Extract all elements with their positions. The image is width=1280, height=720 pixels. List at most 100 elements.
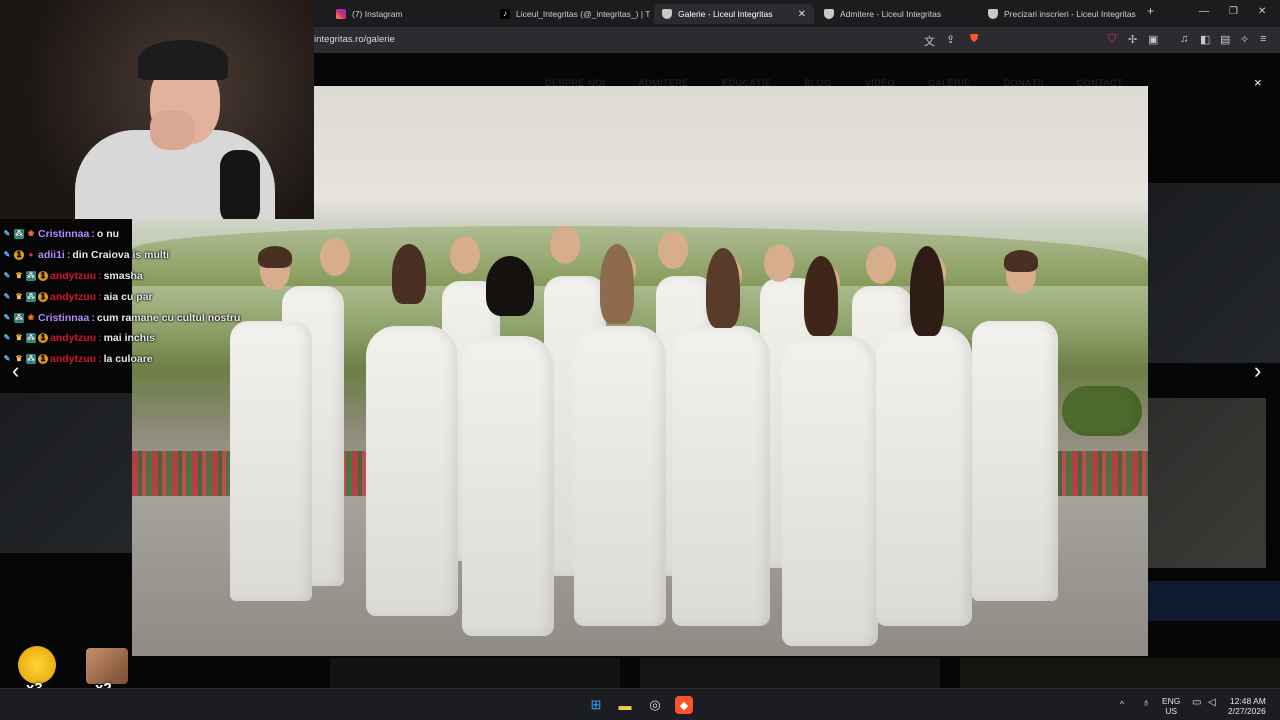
close-tab-icon[interactable]: ✕ xyxy=(798,9,806,20)
moderator-sword-icon: ✎ xyxy=(3,291,11,301)
moderator-sword-icon: ✎ xyxy=(3,333,11,343)
gallery-thumbnail[interactable] xyxy=(1148,183,1280,363)
dot-badge-icon: ● xyxy=(28,250,34,260)
url-field[interactable]: integritas.ro/galerie xyxy=(314,34,395,45)
emote-emoji-icon xyxy=(18,646,56,684)
subscriber-badge-icon: ⁂ xyxy=(14,229,24,240)
webcam-cap xyxy=(138,40,228,80)
window-close-icon[interactable]: ✕ xyxy=(1258,6,1266,17)
leo-ai-icon[interactable]: ✧ xyxy=(1240,33,1249,46)
brave-shields-icon[interactable]: ⛊ xyxy=(970,33,978,46)
photo-tree xyxy=(1062,386,1142,436)
microphone-icon[interactable]: ♁ xyxy=(1142,698,1150,709)
moderator-sword-icon: ✎ xyxy=(3,354,11,364)
tab-label: Galerie - Liceul Integritas xyxy=(678,9,773,19)
file-explorer-icon[interactable]: ▬ xyxy=(616,696,634,714)
media-icon[interactable]: ♫ xyxy=(1180,33,1188,45)
windows-start-icon[interactable]: ⊞ xyxy=(587,696,605,714)
gallery-thumbnail[interactable] xyxy=(640,658,940,688)
chat-colon: : xyxy=(98,269,102,282)
tab-label: Precizari inscrieri - Liceul Integritas xyxy=(1004,9,1136,19)
chat-colon: : xyxy=(66,249,71,262)
wallet-icon[interactable]: ▤ xyxy=(1220,33,1230,46)
stream-chat: ✎ ⁂ ❀ Cristinnaa: o nu ✎ 1 ● adii1i: din… xyxy=(2,224,302,370)
chat-colon: : xyxy=(98,332,102,345)
instagram-icon xyxy=(336,9,346,19)
reader-icon[interactable]: ▣ xyxy=(1148,33,1158,46)
photo-hair xyxy=(486,256,534,316)
tab-precizari[interactable]: Precizari inscrieri - Liceul Integritas xyxy=(980,4,1140,24)
number-badge-icon: 1 xyxy=(38,354,48,365)
chat-username: Cristinnaa xyxy=(38,228,90,241)
crown-badge-icon: ♛ xyxy=(15,354,23,364)
menu-icon[interactable]: ≡ xyxy=(1260,33,1266,45)
chat-text: smasha xyxy=(103,269,143,282)
chat-text: mai inchis xyxy=(103,332,155,345)
subscriber-badge-icon: ⁂ xyxy=(14,312,24,323)
chat-message: ✎ ♛ ⁂ 1 andytzuu: mai inchis xyxy=(2,328,302,349)
volume-icon[interactable]: ◁ xyxy=(1208,698,1216,708)
webcam-microphone xyxy=(220,150,260,219)
photo-person xyxy=(574,326,666,626)
network-icon[interactable]: ▭ xyxy=(1192,698,1201,708)
tab-tiktok[interactable]: ♪ Liceul_Integritas (@_integritas_) | Ti… xyxy=(492,4,650,24)
gallery-thumbnail[interactable] xyxy=(1148,581,1280,621)
minimize-icon[interactable]: — xyxy=(1199,6,1209,17)
sidebar-icon[interactable]: ◧ xyxy=(1200,33,1210,46)
gallery-thumbnail[interactable] xyxy=(330,658,620,688)
obs-icon[interactable]: ◎ xyxy=(646,696,664,714)
chat-colon: : xyxy=(91,311,95,324)
share-icon[interactable]: ⇪ xyxy=(946,33,955,46)
moderator-sword-icon: ✎ xyxy=(3,229,11,239)
moderator-sword-icon: ✎ xyxy=(3,312,11,322)
chat-colon: : xyxy=(91,228,95,241)
shield-icon xyxy=(988,9,998,19)
extension-icon[interactable]: ⛉ xyxy=(1108,33,1116,46)
shield-icon xyxy=(662,9,672,19)
language-indicator[interactable]: ENG US xyxy=(1162,696,1180,716)
photo-hair xyxy=(600,244,634,324)
gallery-thumbnail[interactable] xyxy=(1148,398,1266,568)
brave-browser-icon[interactable]: ◆ xyxy=(675,696,693,714)
tab-label: Liceul_Integritas (@_integritas_) | Tik xyxy=(516,9,650,19)
chat-message: ✎ ⁂ ❀ Cristinnaa: o nu xyxy=(2,224,302,245)
tab-label: Admitere - Liceul Integritas xyxy=(840,9,942,19)
screen: (7) Instagram ♪ Liceul_Integritas (@_int… xyxy=(0,0,1280,720)
crown-badge-icon: ♛ xyxy=(15,270,23,280)
lightbox-next-button[interactable]: › xyxy=(1254,358,1261,384)
chat-message: ✎ ♛ ⁂ 1 andytzuu: aia cu par xyxy=(2,286,302,307)
clock[interactable]: 12:48 AM 2/27/2026 xyxy=(1228,696,1266,716)
chat-text: o nu xyxy=(96,228,120,241)
photo-person xyxy=(672,326,770,626)
photo-person xyxy=(366,326,458,616)
new-tab-button[interactable]: + xyxy=(1147,4,1154,18)
translate-icon[interactable]: 文 xyxy=(924,33,935,49)
subscriber-badge-icon: ⁂ xyxy=(26,333,36,344)
gallery-thumbnail[interactable] xyxy=(960,658,1280,688)
lightbox-close-button[interactable]: × xyxy=(1254,75,1262,90)
tab-instagram[interactable]: (7) Instagram xyxy=(328,4,488,24)
photo-head xyxy=(866,246,896,284)
chat-message: ✎ ⁂ ❀ Cristinnaa: cum ramane cu cultul n… xyxy=(2,307,302,328)
photo-person xyxy=(782,336,878,646)
tab-admitere[interactable]: Admitere - Liceul Integritas xyxy=(816,4,976,24)
chat-message: ✎ ♛ ⁂ 1 andytzuu: smasha xyxy=(2,266,302,287)
puzzle-icon[interactable]: ✢ xyxy=(1128,33,1137,46)
tray-chevron-icon[interactable]: ^ xyxy=(1120,699,1124,709)
chat-username: andytzuu xyxy=(50,290,97,303)
gallery-thumbnail[interactable] xyxy=(0,393,132,553)
photo-head xyxy=(764,244,794,282)
tab-galerie[interactable]: Galerie - Liceul Integritas ✕ xyxy=(654,4,814,24)
subscriber-badge-icon: ⁂ xyxy=(26,270,36,281)
clock-date: 2/27/2026 xyxy=(1228,706,1266,716)
chat-username: andytzuu xyxy=(50,332,97,345)
chat-message: ✎ 1 ● adii1i: din Craiova is multi xyxy=(2,245,302,266)
chat-text: din Craiova is multi xyxy=(72,249,170,262)
webcam-hand xyxy=(150,110,195,150)
flower-badge-icon: ❀ xyxy=(27,229,35,239)
language-code: ENG xyxy=(1162,696,1181,706)
shield-icon xyxy=(824,9,834,19)
restore-icon[interactable]: ❐ xyxy=(1229,6,1238,17)
chat-username: Cristinnaa xyxy=(38,311,90,324)
photo-hair xyxy=(1004,250,1038,272)
